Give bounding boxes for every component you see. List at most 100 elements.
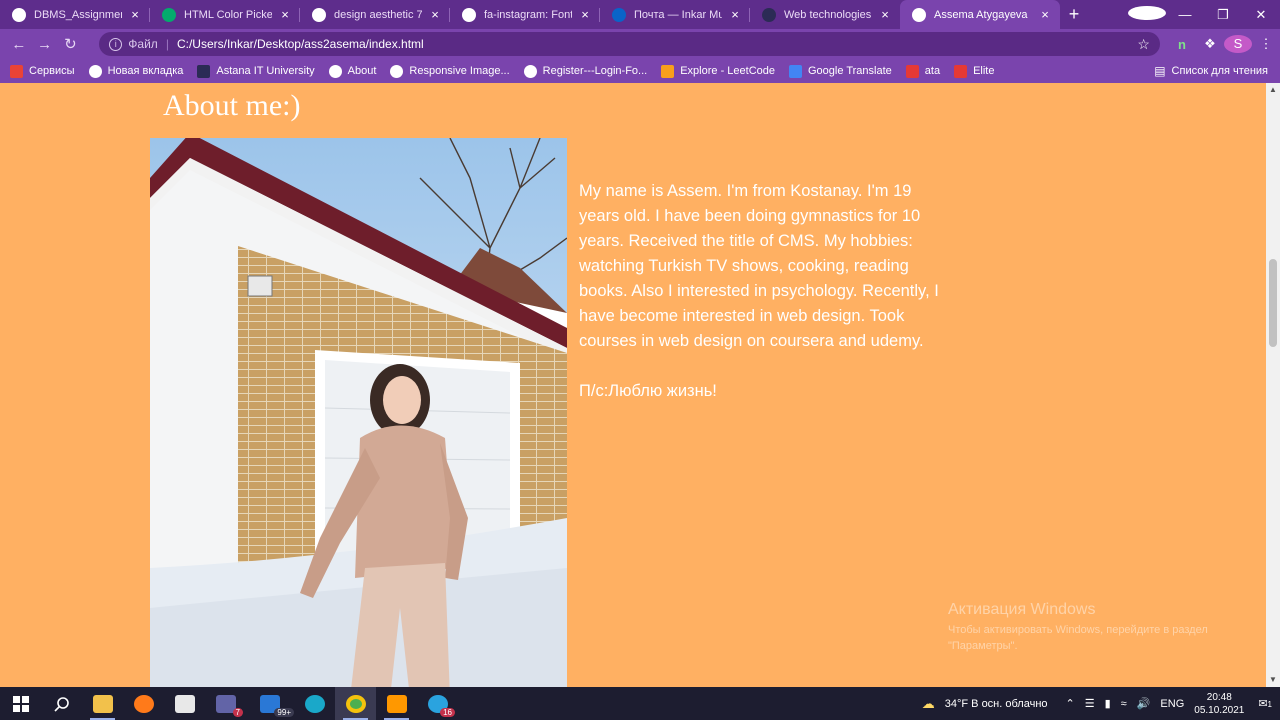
weather-icon[interactable]: ☁ — [922, 696, 935, 712]
tab-close-icon[interactable]: × — [728, 7, 742, 22]
bookmark-item[interactable]: Explore - LeetCode — [661, 64, 775, 78]
tab-close-icon[interactable]: × — [578, 7, 592, 22]
reading-list-icon: ▤ — [1154, 64, 1166, 78]
page-viewport: About me:) My name is Assem. I'm from Ko… — [0, 83, 1266, 687]
tab-title: Web technologies: As — [784, 8, 872, 21]
taskbar-telegram[interactable]: 16 — [417, 687, 458, 720]
taskbar-explorer[interactable] — [82, 687, 123, 720]
tab[interactable]: Web technologies: As × — [750, 0, 900, 29]
taskbar-edge[interactable] — [294, 687, 335, 720]
tab-close-icon[interactable]: × — [128, 7, 142, 22]
tab-search-button[interactable] — [1128, 6, 1166, 23]
sublime-icon — [386, 694, 407, 713]
bookmark-item[interactable]: Astana IT University — [197, 64, 315, 78]
scroll-thumb[interactable] — [1269, 259, 1277, 347]
taskbar-firefox[interactable] — [123, 687, 164, 720]
taskbar-mail[interactable]: 99+ — [246, 687, 294, 720]
bookmark-label: Astana IT University — [216, 65, 315, 77]
tab-close-icon[interactable]: × — [428, 7, 442, 22]
profile-photo — [150, 138, 567, 687]
puzzle-extensions-icon[interactable]: ❖ — [1196, 36, 1224, 52]
info-icon[interactable]: i — [109, 37, 123, 51]
tray-overflow-chevron-icon[interactable]: ⌃ — [1066, 697, 1075, 710]
teams-badge: 7 — [232, 708, 243, 717]
notifications-icon[interactable]: ✉1 — [1258, 697, 1272, 710]
tab[interactable]: design aesthetic 750x × — [300, 0, 450, 29]
taskbar-chrome[interactable] — [335, 687, 376, 720]
tab-title: design aesthetic 750x — [334, 8, 422, 21]
tab[interactable]: HTML Color Picker × — [150, 0, 300, 29]
close-window-button[interactable]: ✕ — [1242, 7, 1280, 23]
tab[interactable]: Assema Atygayeva × — [900, 0, 1060, 29]
wifi-icon[interactable]: ≈ — [1121, 698, 1127, 710]
tab-close-icon[interactable]: × — [1038, 7, 1052, 22]
search-icon — [53, 696, 69, 712]
network-icon[interactable]: ☰ — [1085, 697, 1095, 710]
tab-close-icon[interactable]: × — [278, 7, 292, 22]
bookmark-label: Сервисы — [29, 65, 75, 77]
mail-badge: 99+ — [274, 708, 294, 717]
tab[interactable]: Почта — Inkar Munba × — [600, 0, 750, 29]
ata-icon — [905, 64, 919, 78]
bookmark-item[interactable]: Responsive Image... — [390, 64, 510, 78]
store-icon — [174, 694, 195, 713]
menu-kebab-icon[interactable]: ⋮ — [1252, 36, 1280, 52]
volume-icon[interactable]: 🔊 — [1137, 697, 1151, 710]
page-title: About me:) — [163, 89, 301, 122]
bookmark-label: Google Translate — [808, 65, 892, 77]
address-scheme: Файл — [128, 37, 158, 51]
back-button[interactable]: ← — [6, 36, 32, 53]
scroll-down-arrow-icon[interactable]: ▼ — [1266, 673, 1280, 687]
bookmark-item[interactable]: About — [328, 64, 377, 78]
bookmark-label: About — [347, 65, 377, 77]
start-button[interactable] — [0, 687, 41, 720]
profile-button[interactable]: S — [1223, 35, 1252, 53]
bookmarks-list: Сервисы Новая вкладка Astana IT University… — [10, 64, 1008, 78]
minimize-button[interactable]: — — [1166, 7, 1204, 22]
address-url[interactable]: C:/Users/Inkar/Desktop/ass2asema/index.h… — [177, 37, 1137, 51]
bookmark-item[interactable]: Elite — [954, 64, 995, 78]
reload-button[interactable]: ↻ — [58, 35, 84, 53]
bookmark-item[interactable]: Новая вкладка — [88, 64, 183, 78]
address-bar[interactable]: i Файл | C:/Users/Inkar/Desktop/ass2asem… — [99, 32, 1160, 56]
firefox-icon — [133, 694, 154, 713]
weather-text[interactable]: 34°F В осн. облачно — [945, 698, 1048, 710]
notification-count: 1 — [1267, 700, 1272, 709]
bookmark-label: Elite — [973, 65, 995, 77]
google-icon — [312, 7, 326, 22]
search-button[interactable] — [41, 687, 82, 720]
reading-list-button[interactable]: ▤ Список для чтения — [1154, 59, 1268, 83]
bookmark-star-icon[interactable]: ☆ — [1137, 36, 1150, 53]
bookmark-item[interactable]: ata — [905, 64, 940, 78]
new-tab-button[interactable]: + — [1060, 0, 1088, 29]
page-scrollbar[interactable]: ▲ ▼ — [1266, 83, 1280, 687]
taskbar-sublime[interactable] — [376, 687, 417, 720]
taskbar-teams[interactable]: 7 — [205, 687, 246, 720]
forward-button[interactable]: → — [32, 36, 58, 53]
bookmark-item[interactable]: Сервисы — [10, 64, 75, 78]
tab[interactable]: DBMS_Assignment_4.p × — [0, 0, 150, 29]
about-postscript: П/с:Люблю жизнь! — [579, 382, 717, 400]
scroll-up-arrow-icon[interactable]: ▲ — [1266, 83, 1280, 97]
tab-close-icon[interactable]: × — [878, 7, 892, 22]
system-tray: ☁ 34°F В осн. облачно ⌃ ☰ ▮ ≈ 🔊 ENG 20:4… — [922, 687, 1280, 720]
bookmark-item[interactable]: Register---Login-Fo... — [523, 64, 647, 78]
extension-icon[interactable]: n — [1168, 37, 1196, 52]
tab-title: Assema Atygayeva — [934, 8, 1028, 21]
about-paragraph: My name is Assem. I'm from Kostanay. I'm… — [579, 182, 939, 350]
tab[interactable]: fa-instagram: Font Aw × — [450, 0, 600, 29]
battery-icon[interactable]: ▮ — [1105, 697, 1111, 710]
windows-activation-watermark: Активация Windows Чтобы активировать Win… — [948, 601, 1248, 654]
language-indicator[interactable]: ENG — [1160, 698, 1184, 710]
history-icon — [390, 64, 404, 78]
reading-list-label: Список для чтения — [1171, 65, 1268, 77]
outlook-icon — [612, 7, 626, 22]
bookmark-item[interactable]: Google Translate — [789, 64, 892, 78]
clock[interactable]: 20:48 05.10.2021 — [1194, 691, 1244, 717]
watermark-title: Активация Windows — [948, 601, 1096, 618]
tab-bar: DBMS_Assignment_4.p×HTML Color Picker×de… — [0, 0, 1280, 29]
taskbar-store[interactable] — [164, 687, 205, 720]
bookmarks-bar: Сервисы Новая вкладка Astana IT University… — [0, 59, 1280, 83]
maximize-button[interactable]: ❐ — [1204, 7, 1242, 23]
tab-title: Почта — Inkar Munba — [634, 8, 722, 21]
